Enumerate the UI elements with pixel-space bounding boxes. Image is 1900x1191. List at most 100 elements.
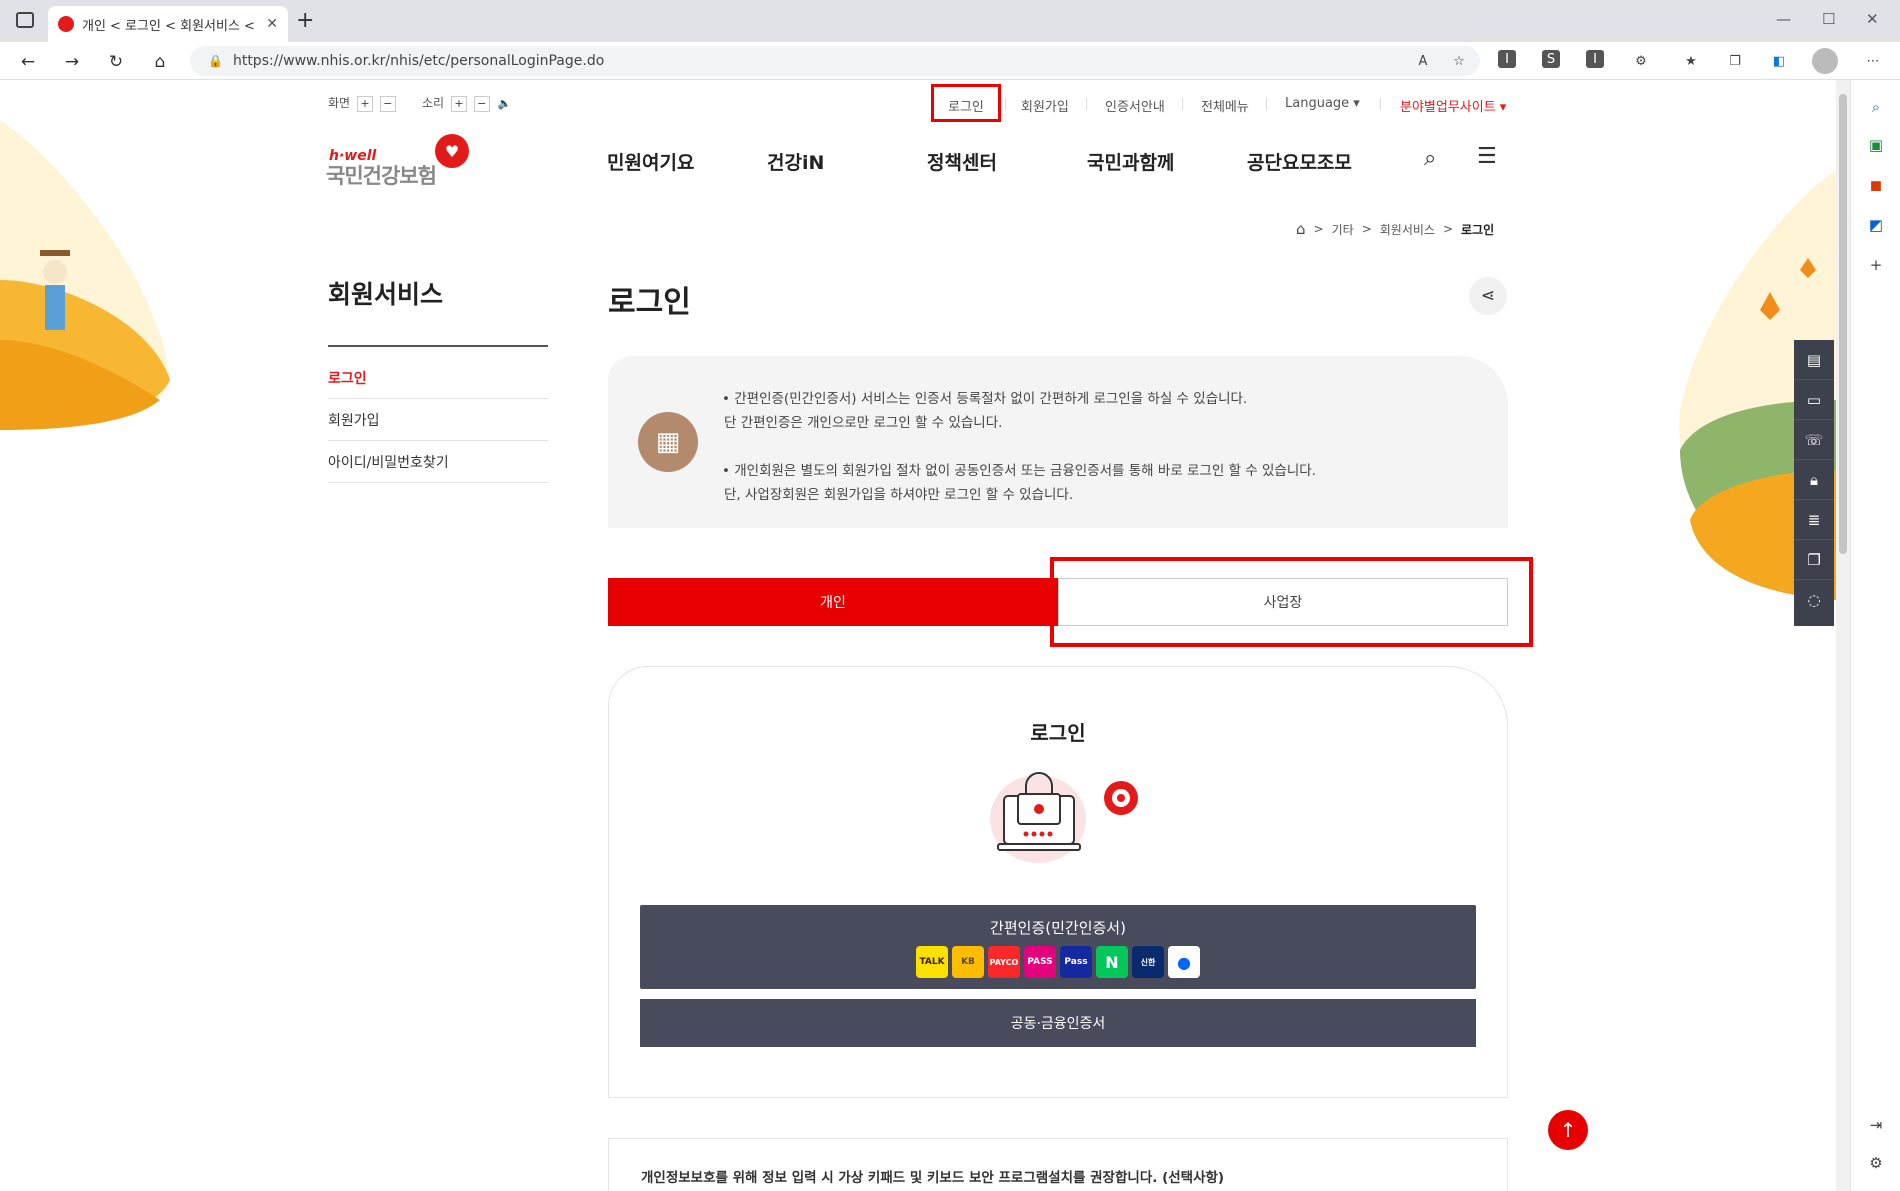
- maximize-icon[interactable]: ☐: [1822, 10, 1835, 28]
- breadcrumb-home-icon[interactable]: ⌂: [1296, 220, 1306, 238]
- address-bar[interactable]: 🔒 https://www.nhis.or.kr/nhis/etc/person…: [190, 46, 1480, 76]
- top-join-link[interactable]: 회원가입: [1021, 96, 1069, 115]
- breadcrumb-current: 로그인: [1461, 222, 1495, 237]
- notice-line: 단, 사업장회원은 회원가입을 하셔야만 로그인 할 수 있습니다.: [724, 487, 1074, 503]
- reload-icon[interactable]: ↻: [102, 48, 130, 76]
- security-notice-text: 개인정보보호를 위해 정보 입력 시 가상 키패드 및 키보드 보안 프로그램설…: [641, 1170, 1225, 1186]
- security-notice-box: 개인정보보호를 위해 정보 입력 시 가상 키패드 및 키보드 보안 프로그램설…: [608, 1138, 1508, 1191]
- url-text: https://www.nhis.or.kr/nhis/etc/personal…: [232, 53, 605, 69]
- scrollbar-thumb[interactable]: [1839, 94, 1847, 554]
- samsung-pass-icon: Pass: [1060, 946, 1092, 978]
- autumn-field-illustration-left: [0, 120, 170, 430]
- site-logo[interactable]: h·well 국민건강보험 ♥: [326, 132, 476, 188]
- close-window-icon[interactable]: ✕: [1866, 10, 1879, 28]
- quick-document-icon[interactable]: ▤: [1794, 340, 1834, 380]
- favorite-add-icon[interactable]: ☆: [1448, 50, 1470, 72]
- page-scrollbar[interactable]: [1836, 80, 1850, 1191]
- browser-tab[interactable]: 개인 < 로그인 < 회원서비스 < 기타 ✕: [48, 6, 288, 42]
- notice-box: ▦ • 간편인증(민간인증서) 서비스는 인증서 등록절차 없이 간편하게 로그…: [608, 356, 1508, 528]
- quick-chat-icon[interactable]: ◌: [1794, 580, 1834, 620]
- extension-3-icon[interactable]: I: [1586, 50, 1604, 68]
- zoom-in-button[interactable]: +: [356, 96, 373, 112]
- page-title: 로그인: [608, 285, 691, 320]
- divider: [1182, 98, 1183, 110]
- gnb-item-health[interactable]: 건강iN: [767, 148, 824, 175]
- tab-actions-icon[interactable]: [16, 12, 34, 28]
- collections-icon[interactable]: ❐: [1724, 50, 1746, 72]
- scroll-to-top-button[interactable]: ↑: [1548, 1110, 1588, 1150]
- read-aloud-icon[interactable]: A: [1412, 50, 1434, 72]
- screen-label: 화면: [328, 96, 351, 110]
- sidebar-item-find-account[interactable]: 아이디/비밀번호찾기: [328, 441, 548, 483]
- language-select[interactable]: Language ▾: [1285, 96, 1360, 111]
- sidebar-item-login[interactable]: 로그인: [328, 357, 548, 399]
- breadcrumb-item[interactable]: 회원서비스: [1380, 221, 1435, 238]
- kb-icon: KB: [952, 946, 984, 978]
- tab-close-icon[interactable]: ✕: [266, 16, 278, 32]
- notice-line: • 개인회원은 별도의 회원가입 절차 없이 공동인증서 또는 금융인증서를 통…: [722, 463, 1316, 479]
- divider: [1086, 98, 1087, 110]
- tab-title: 개인 < 로그인 < 회원서비스 < 기타: [82, 18, 260, 34]
- volume-down-button[interactable]: −: [473, 96, 490, 112]
- gnb-item-civil[interactable]: 민원여기요: [607, 148, 694, 175]
- gnb-item-about[interactable]: 공단요모조모: [1247, 148, 1352, 175]
- top-all-menu-link[interactable]: 전체메뉴: [1201, 96, 1249, 115]
- sound-control: 소리 + − 🔈: [422, 94, 513, 113]
- quick-lock-icon[interactable]: 🔒︎: [1794, 460, 1834, 500]
- back-icon[interactable]: ←: [14, 48, 42, 76]
- hide-sidebar-icon[interactable]: ⇥: [1863, 1112, 1889, 1138]
- forward-icon[interactable]: →: [58, 48, 86, 76]
- simple-auth-button[interactable]: 간편인증(민간인증서) TALK KB PAYCO PASS Pass N 신한…: [640, 905, 1476, 989]
- certificate-login-button[interactable]: 공동·금융인증서: [640, 999, 1476, 1047]
- site-favicon-icon: [58, 16, 74, 32]
- web-page: 화면 + − 소리 + − 🔈 로그인 회원가입 인증서안내 전체메뉴 Lang…: [0, 80, 1836, 1191]
- notice-line: • 간편인증(민간인증서) 서비스는 인증서 등록절차 없이 간편하게 로그인을…: [722, 391, 1248, 407]
- quick-phone-icon[interactable]: ☏: [1794, 420, 1834, 460]
- menu-icon[interactable]: ☰: [1477, 144, 1497, 169]
- speaker-icon[interactable]: 🔈: [497, 97, 513, 113]
- volume-up-button[interactable]: +: [450, 96, 467, 112]
- quick-monitor-icon[interactable]: ▭: [1794, 380, 1834, 420]
- extension-2-icon[interactable]: S: [1542, 50, 1560, 68]
- add-panel-icon[interactable]: +: [1863, 252, 1889, 278]
- more-options-icon[interactable]: ⋯: [1862, 50, 1884, 72]
- login-highlight-box: [931, 84, 1001, 122]
- home-icon[interactable]: ⌂: [146, 48, 174, 76]
- lock-icon: 🔒: [208, 54, 223, 68]
- outlook-icon[interactable]: ◩: [1863, 212, 1889, 238]
- tab-personal[interactable]: 개인: [608, 578, 1058, 626]
- new-tab-icon[interactable]: +: [296, 8, 314, 33]
- screen-zoom-control: 화면 + −: [328, 94, 396, 112]
- gnb-item-policy[interactable]: 정책센터: [927, 148, 997, 175]
- settings-icon[interactable]: ⚙: [1863, 1150, 1889, 1176]
- business-tab-highlight-box: [1050, 557, 1533, 647]
- zoom-out-button[interactable]: −: [379, 96, 396, 112]
- top-cert-info-link[interactable]: 인증서안내: [1105, 96, 1165, 115]
- share-icon[interactable]: ⋖: [1469, 277, 1507, 315]
- quick-menu-bar: ▤ ▭ ☏ 🔒︎ ≣ ❐ ◌: [1794, 340, 1834, 626]
- sidebar-title: 회원서비스: [328, 280, 444, 309]
- field-sites-select[interactable]: 분야별업무사이트 ▾: [1400, 96, 1506, 115]
- search-icon[interactable]: ⌕: [1424, 146, 1436, 171]
- favorites-icon[interactable]: ★: [1680, 50, 1702, 72]
- bing-search-icon[interactable]: ⌕: [1863, 94, 1889, 120]
- quick-list-icon[interactable]: ≣: [1794, 500, 1834, 540]
- sidebar-divider: [328, 345, 548, 347]
- breadcrumb-item[interactable]: 기타: [1332, 221, 1354, 238]
- extensions-icon[interactable]: ⚙: [1630, 50, 1652, 72]
- browser-essentials-icon[interactable]: ◧: [1768, 50, 1790, 72]
- shopping-icon[interactable]: ▣: [1863, 132, 1889, 158]
- logo-mark-icon: ♥: [435, 134, 469, 168]
- extension-1-icon[interactable]: I: [1498, 50, 1516, 68]
- office-icon[interactable]: ◼: [1863, 172, 1889, 198]
- quick-window-icon[interactable]: ❐: [1794, 540, 1834, 580]
- naver-icon: N: [1096, 946, 1128, 978]
- sidebar-item-join[interactable]: 회원가입: [328, 399, 548, 441]
- laptop-lock-icon: [990, 772, 1138, 863]
- breadcrumb-separator: >: [1361, 222, 1372, 236]
- shinhan-icon: 신한: [1132, 946, 1164, 978]
- profile-avatar[interactable]: [1812, 48, 1838, 74]
- minimize-icon[interactable]: —: [1776, 10, 1791, 28]
- gnb-item-together[interactable]: 국민과함께: [1087, 148, 1174, 175]
- sidebar-item-label: 로그인: [328, 370, 367, 387]
